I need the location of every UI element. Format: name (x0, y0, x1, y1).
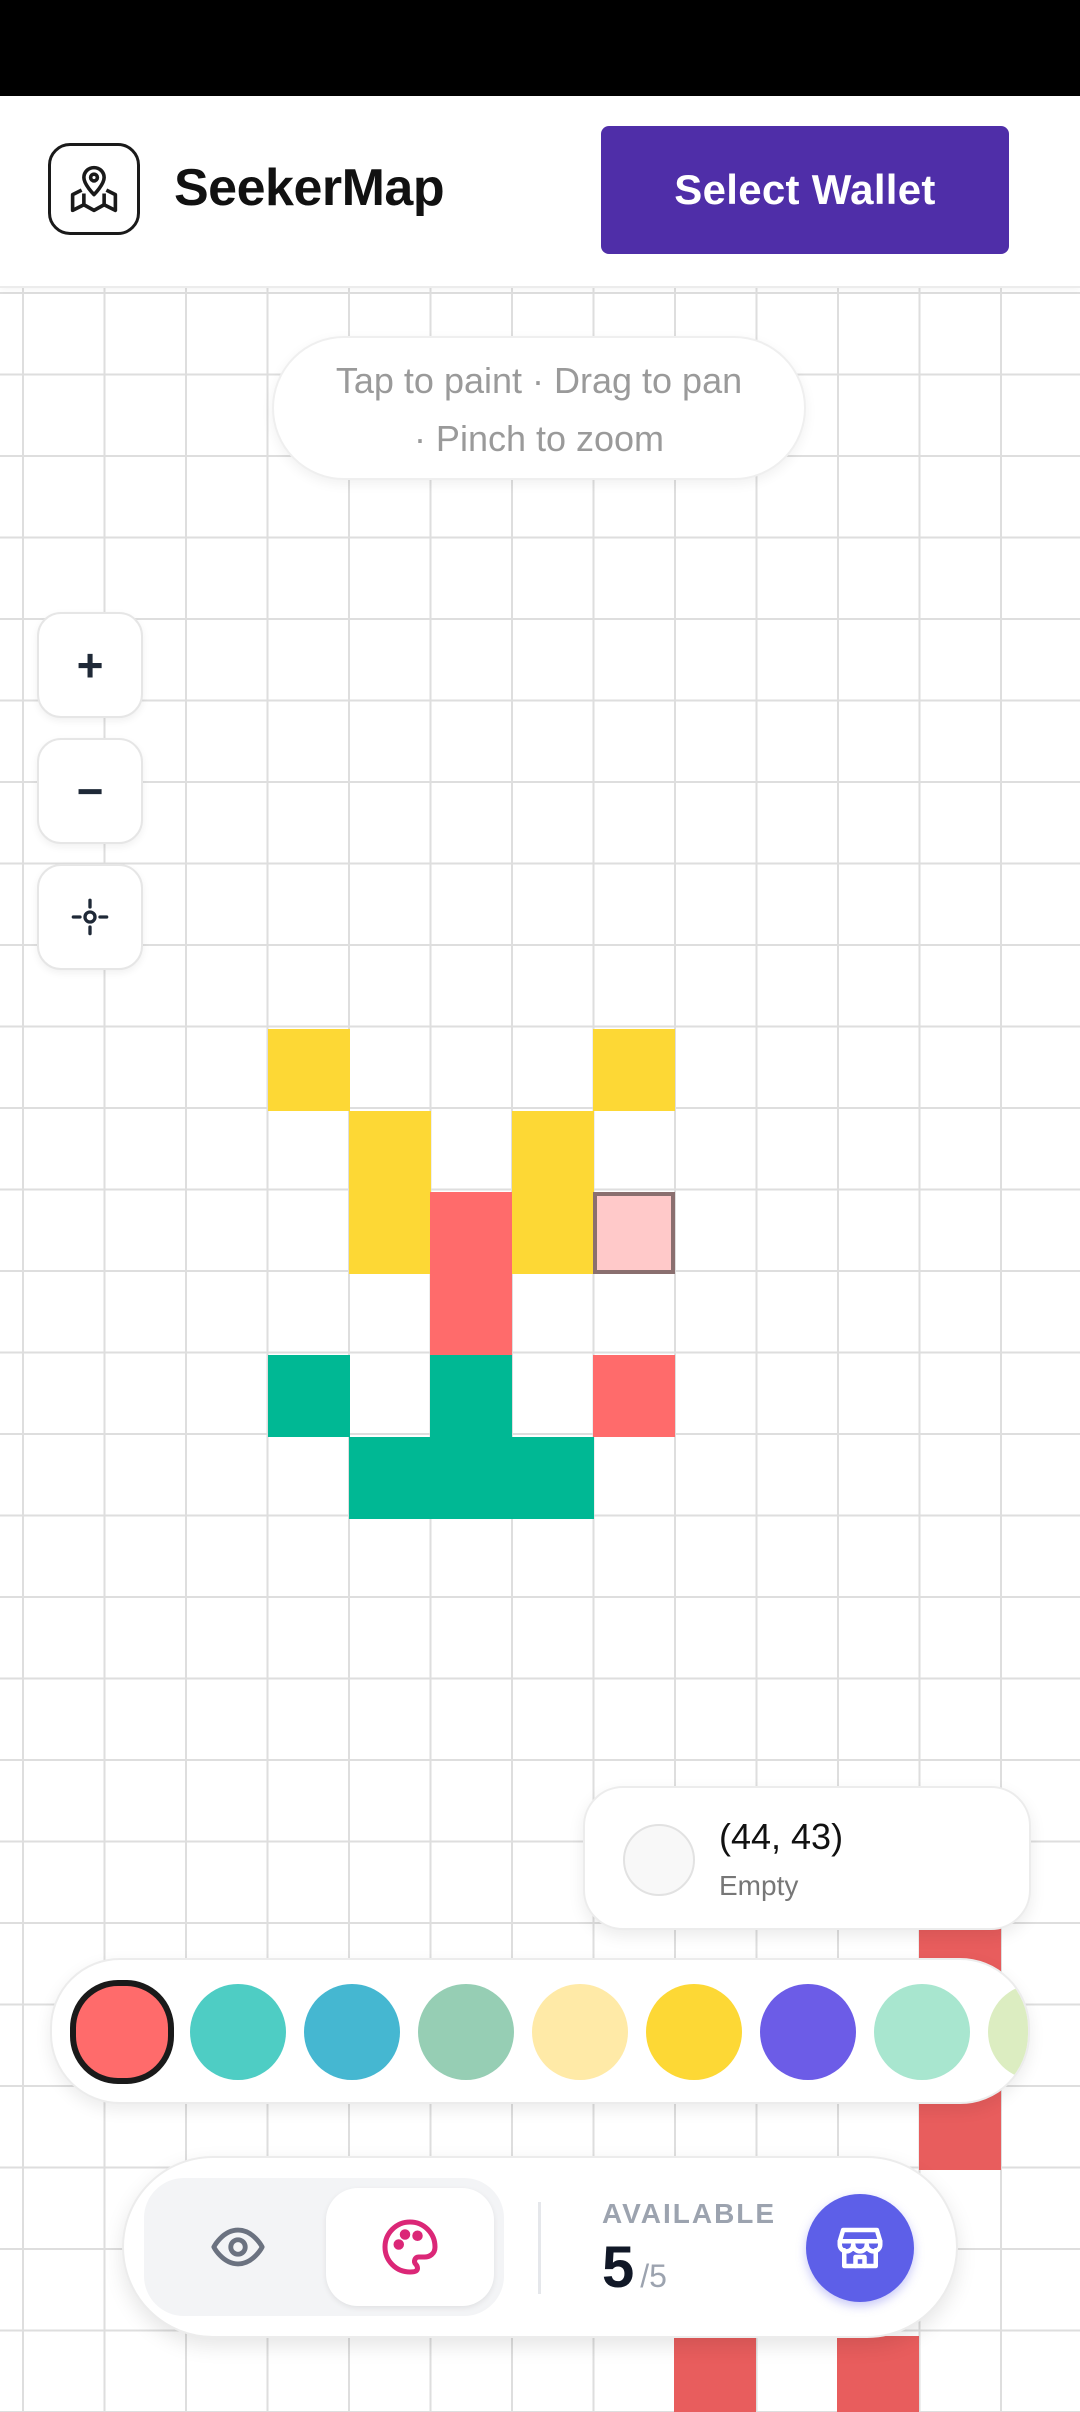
available-counter: 5 /5 (602, 2234, 667, 2301)
color-palette (50, 1958, 1030, 2104)
pixel-green[interactable] (512, 1437, 594, 1519)
pixel-yellow[interactable] (512, 1111, 594, 1193)
store-icon (837, 2227, 883, 2269)
pixel-green[interactable] (268, 1355, 350, 1437)
color-swatch-selected[interactable] (70, 1980, 174, 2084)
hint-line-1: Tap to paint · Drag to pan (335, 360, 743, 401)
pixel-red[interactable] (593, 1355, 675, 1437)
color-swatch[interactable] (760, 1984, 856, 2080)
color-swatch[interactable] (532, 1984, 628, 2080)
pixel-green[interactable] (430, 1437, 512, 1519)
color-swatch[interactable] (874, 1984, 970, 2080)
app-header: SeekerMap Select Wallet (0, 96, 1080, 288)
status-bar (0, 0, 1080, 96)
map-pin-icon[interactable] (48, 143, 140, 235)
pixel-yellow[interactable] (512, 1192, 594, 1274)
color-swatch[interactable] (418, 1984, 514, 2080)
selected-pixel-preview[interactable] (593, 1192, 675, 1274)
pixel-yellow[interactable] (349, 1111, 431, 1193)
color-swatch[interactable] (190, 1984, 286, 2080)
crosshair-icon (71, 898, 109, 936)
pixel-info-card: (44, 43) Empty (583, 1786, 1031, 1930)
select-wallet-button[interactable]: Select Wallet (601, 126, 1009, 254)
hint-line-2: · Pinch to zoom (413, 418, 665, 459)
color-swatch[interactable] (304, 1984, 400, 2080)
paint-mode-button[interactable] (326, 2188, 494, 2306)
pixel-red[interactable] (674, 2336, 756, 2412)
pixel-red[interactable] (430, 1192, 512, 1274)
pixel-yellow[interactable] (349, 1192, 431, 1274)
bottom-toolbar: AVAILABLE 5 /5 (122, 2156, 958, 2338)
pixel-green[interactable] (430, 1355, 512, 1437)
pixel-red[interactable] (430, 1274, 512, 1356)
pixel-red[interactable] (837, 2336, 919, 2412)
color-swatch[interactable] (988, 1984, 1028, 2080)
zoom-in-button[interactable]: + (37, 612, 143, 718)
available-count: 5 (602, 2235, 635, 2300)
shop-button[interactable] (806, 2194, 914, 2302)
pixel-color-swatch (623, 1824, 695, 1896)
available-label: AVAILABLE (602, 2198, 777, 2229)
pixel-yellow[interactable] (593, 1029, 675, 1111)
pixel-green[interactable] (349, 1437, 431, 1519)
available-max: /5 (640, 2258, 667, 2294)
usage-hint: Tap to paint · Drag to pan · Pinch to zo… (272, 336, 806, 480)
color-swatch[interactable] (646, 1984, 742, 2080)
recenter-button[interactable] (37, 864, 143, 970)
pixel-state: Empty (719, 1870, 799, 1901)
view-mode-button[interactable] (154, 2188, 322, 2306)
app-title: SeekerMap (174, 159, 445, 217)
toolbar-divider (538, 2202, 541, 2294)
palette-icon (382, 2219, 438, 2275)
eye-icon (211, 2227, 265, 2267)
pixel-yellow[interactable] (268, 1029, 350, 1111)
mode-toggle (144, 2178, 504, 2316)
pixel-coordinates: (44, 43) (719, 1816, 844, 1857)
zoom-out-button[interactable]: − (37, 738, 143, 844)
